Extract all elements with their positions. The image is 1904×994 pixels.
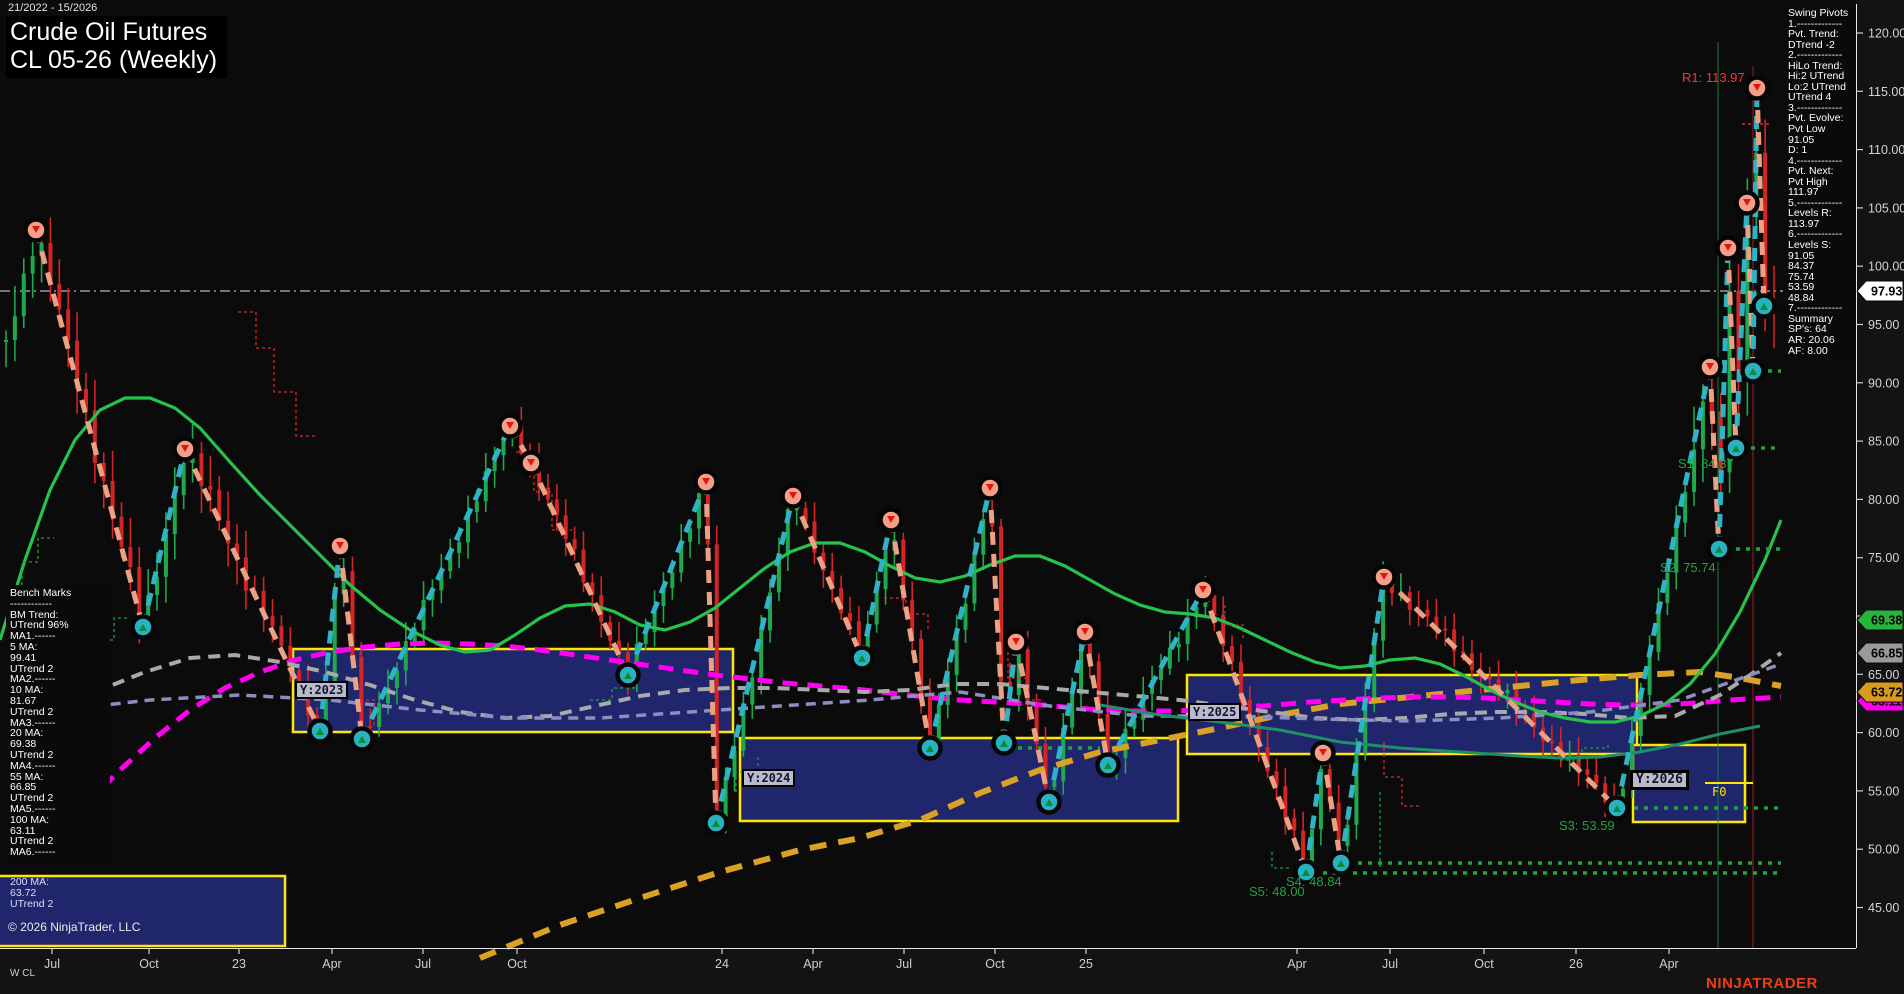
time-tick-label: Jul: [415, 957, 431, 971]
time-tick-label: 26: [1569, 957, 1583, 971]
svg-text:63.72: 63.72: [1871, 686, 1902, 700]
price-tick-label: 65.00: [1868, 668, 1899, 682]
annotation-y2025[interactable]: Y:2025: [1188, 703, 1242, 721]
time-tick-label: Oct: [507, 957, 527, 971]
time-axis: Jul Oct 23 Apr Jul Oct 24 Apr Jul Oct 25 Apr Jul Oct 2…: [44, 948, 1679, 971]
annotation-s1: S1: 84.37: [1678, 456, 1734, 471]
price-tick-label: 100.00: [1868, 260, 1904, 274]
chart-window: 120.00 115.00 110.00 105.00 100.00 95.00 90.00…: [0, 0, 1904, 994]
annotation-r1: R1: 113.97: [1682, 70, 1745, 85]
time-tick-label: Oct: [139, 957, 159, 971]
svg-text:69.38: 69.38: [1871, 614, 1902, 628]
svg-text:97.93: 97.93: [1871, 285, 1902, 299]
price-tick-label: 45.00: [1868, 901, 1899, 915]
time-tick-label: Apr: [1659, 957, 1678, 971]
price-tick-label: 50.00: [1868, 843, 1899, 857]
price-tick-label: 80.00: [1868, 493, 1899, 507]
time-tick-label: Apr: [1287, 957, 1306, 971]
chart-title-contract: CL 05-26 (Weekly): [10, 46, 218, 74]
time-tick-label: 25: [1079, 957, 1093, 971]
chart-title-instrument: Crude Oil Futures: [10, 18, 208, 46]
price-tick-label: 95.00: [1868, 318, 1899, 332]
annotation-s3: S3: 53.59: [1559, 818, 1615, 833]
time-tick-label: Oct: [1474, 957, 1494, 971]
time-tick-label: Apr: [322, 957, 341, 971]
price-tick-label: 110.00: [1868, 143, 1904, 157]
svg-text:66.85: 66.85: [1871, 647, 1902, 661]
instrument-label: W CL: [10, 968, 35, 979]
chart-title: Crude Oil Futures CL 05-26 (Weekly): [6, 16, 228, 78]
bench-marks-panel: Bench Marks ------------ BM Trend: UTren…: [6, 585, 110, 860]
price-tick-label: 105.00: [1868, 201, 1904, 215]
annotation-f0: F0: [1712, 785, 1727, 799]
time-tick-label: 23: [232, 957, 246, 971]
price-tick-label: 90.00: [1868, 376, 1899, 390]
time-tick-label: 24: [715, 957, 729, 971]
date-range-label: 21/2022 - 15/2026: [8, 2, 98, 14]
bench-marks-200ma: 200 MA: 63.72 UTrend 2: [10, 876, 54, 910]
annotation-y2023[interactable]: Y:2023: [295, 681, 349, 699]
price-tick-label: 75.00: [1868, 551, 1899, 565]
price-chart[interactable]: 120.00 115.00 110.00 105.00 100.00 95.00 90.00…: [0, 0, 1904, 994]
price-tick-label: 115.00: [1868, 85, 1904, 99]
ninjatrader-logo: NINJATRADER: [1706, 975, 1818, 992]
time-tick-label: Jul: [44, 957, 60, 971]
time-tick-label: Jul: [1382, 957, 1398, 971]
swing-pivots-panel: Swing Pivots 1.------------- Pvt. Trend:…: [1783, 6, 1855, 359]
annotation-y2026[interactable]: Y:2026: [1630, 770, 1689, 790]
annotation-y2024[interactable]: Y:2024: [742, 769, 796, 787]
price-tick-label: 120.00: [1868, 27, 1904, 41]
annotation-s5: S5: 48.00: [1249, 884, 1305, 899]
price-tick-label: 60.00: [1868, 726, 1899, 740]
time-tick-label: Oct: [985, 957, 1005, 971]
price-tick-label: 85.00: [1868, 435, 1899, 449]
time-tick-label: Jul: [896, 957, 912, 971]
annotation-s2: S2: 75.74: [1660, 560, 1716, 575]
time-tick-label: Apr: [803, 957, 822, 971]
price-tick-label: 55.00: [1868, 784, 1899, 798]
copyright-label: © 2026 NinjaTrader, LLC: [8, 920, 141, 934]
